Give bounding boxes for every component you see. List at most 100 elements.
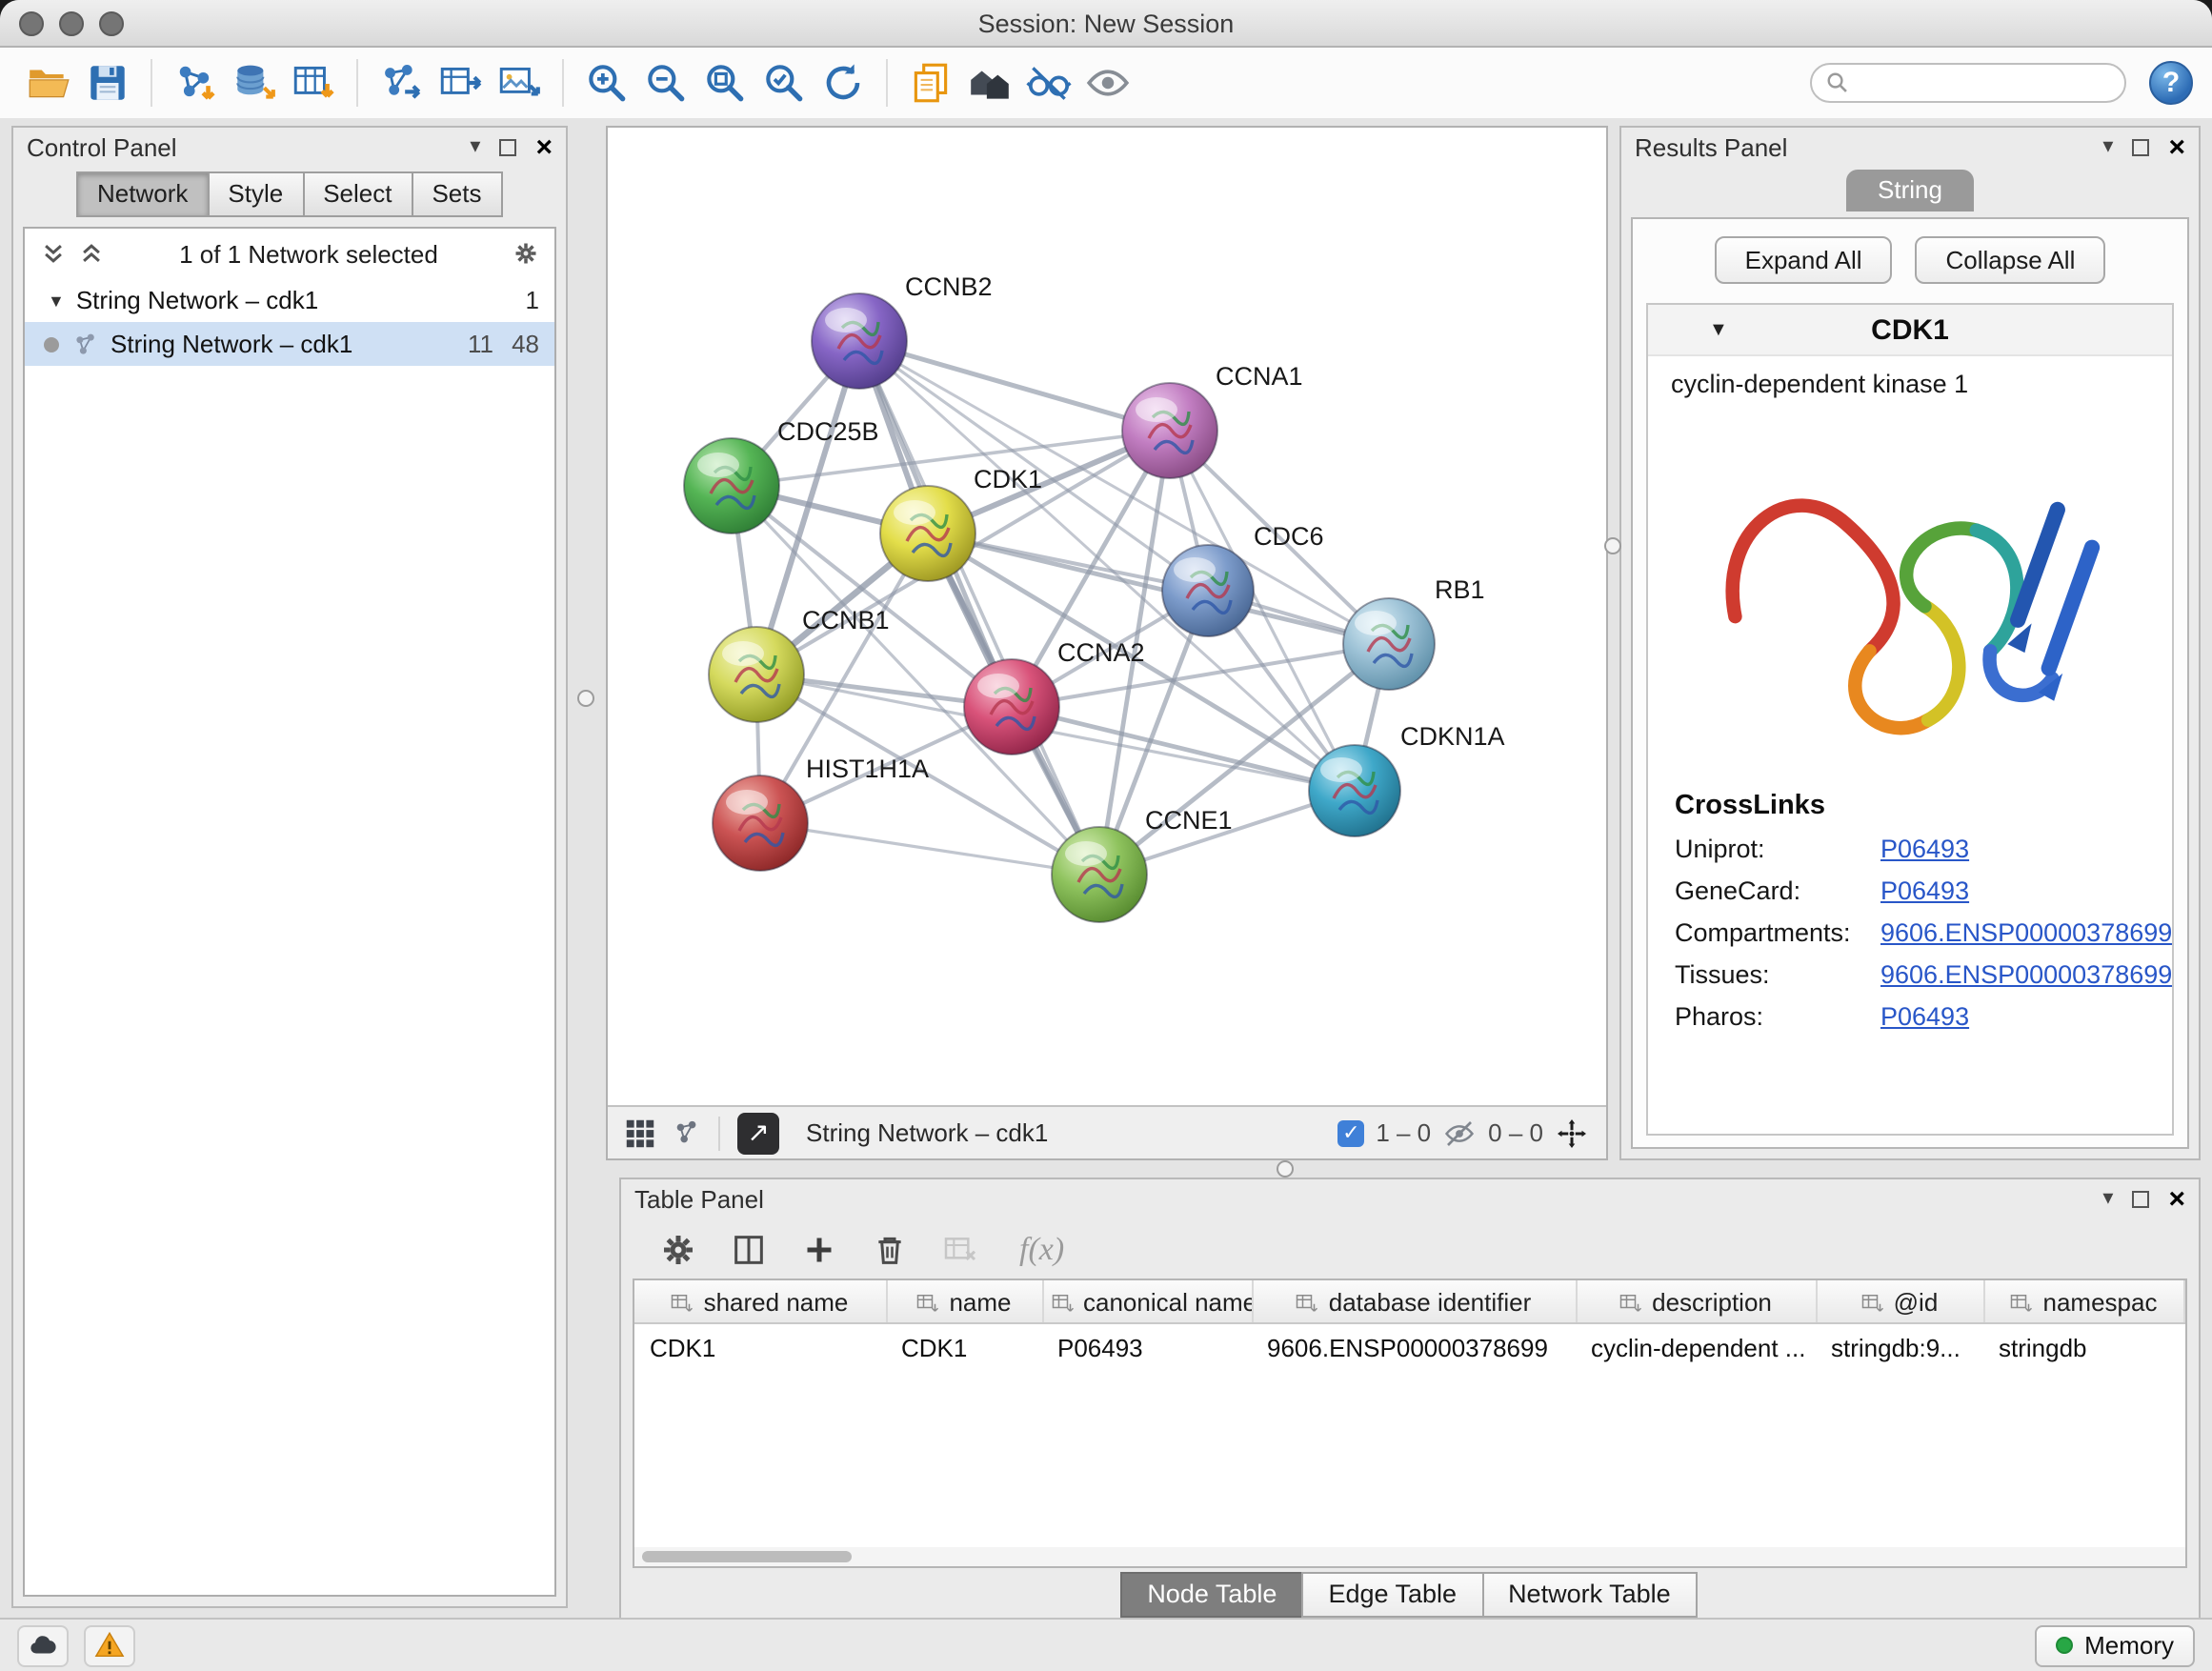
horizontal-scrollbar[interactable] [634, 1547, 2185, 1566]
panel-close-icon[interactable]: × [2168, 133, 2185, 162]
table-cell[interactable]: CDK1 [886, 1323, 1042, 1368]
selected-checkbox-icon[interactable]: ✓ [1337, 1119, 1364, 1146]
expand-all-networks-icon[interactable] [40, 240, 67, 267]
table-row[interactable]: CDK1CDK1P064939606.ENSP00000378699cyclin… [634, 1323, 2184, 1368]
panel-close-icon[interactable]: × [2168, 1185, 2185, 1214]
tab-node-table[interactable]: Node Table [1120, 1571, 1303, 1617]
copy-button[interactable] [901, 54, 960, 111]
table-cell[interactable]: P06493 [1042, 1323, 1252, 1368]
disclosure-triangle-icon[interactable]: ▼ [48, 291, 65, 310]
table-cell[interactable]: CDK1 [634, 1323, 886, 1368]
table-cell[interactable]: stringdb [1983, 1323, 2184, 1368]
help-button[interactable]: ? [2149, 61, 2193, 105]
network-node-hist1h1a[interactable]: HIST1H1A [713, 755, 929, 871]
gene-section-header[interactable]: ▼ CDK1 [1648, 305, 2172, 356]
network-canvas[interactable]: CCNB2CCNA1CDC25BCDK1CDC6RB1CCNB1CCNA2CDK… [608, 128, 1606, 1105]
panel-float-icon[interactable] [2132, 139, 2149, 156]
show-columns-icon[interactable] [730, 1230, 768, 1268]
table-cell[interactable]: cyclin-dependent ... [1576, 1323, 1816, 1368]
column-header-namespac[interactable]: namespac [1983, 1280, 2184, 1323]
import-network-database-button[interactable] [225, 54, 284, 111]
home-button[interactable] [960, 54, 1019, 111]
network-collection-row[interactable]: ▼ String Network – cdk1 1 [25, 278, 554, 322]
toolbar-search[interactable] [1810, 63, 2126, 103]
delete-column-trash-icon[interactable] [871, 1230, 909, 1268]
collapse-all-button[interactable]: Collapse All [1916, 236, 2106, 284]
import-network-file-button[interactable] [166, 54, 225, 111]
panel-menu-icon[interactable]: ▾ [2102, 1189, 2113, 1210]
zoom-out-button[interactable] [636, 54, 695, 111]
graphics-details-button[interactable] [1019, 54, 1078, 111]
tab-network[interactable]: Network [76, 171, 209, 217]
move-crosshair-icon[interactable] [1555, 1116, 1589, 1150]
search-input[interactable] [1860, 68, 2111, 98]
crosslink-link[interactable]: P06493 [1880, 834, 1969, 862]
zoom-selected-button[interactable] [754, 54, 814, 111]
memory-button[interactable]: Memory [2035, 1624, 2195, 1666]
table-scroll-area[interactable]: shared namenamecanonical namedatabase id… [634, 1280, 2185, 1547]
tab-select[interactable]: Select [302, 171, 412, 217]
panel-float-icon[interactable] [2132, 1191, 2149, 1208]
open-session-button[interactable] [19, 54, 78, 111]
tab-string[interactable]: String [1845, 170, 1975, 211]
column-header-description[interactable]: description [1576, 1280, 1816, 1323]
close-window-button[interactable] [19, 10, 44, 35]
table-cell[interactable]: stringdb:9... [1816, 1323, 1983, 1368]
panel-float-icon[interactable] [499, 139, 516, 156]
splitter-handle-icon[interactable] [1604, 537, 1621, 554]
panel-menu-icon[interactable]: ▾ [470, 137, 480, 158]
scrollbar-thumb[interactable] [642, 1551, 852, 1562]
column-header--id[interactable]: @id [1816, 1280, 1983, 1323]
network-share-icon[interactable] [673, 1118, 701, 1147]
table-gear-icon[interactable] [659, 1230, 697, 1268]
tab-sets[interactable]: Sets [411, 171, 502, 217]
save-session-button[interactable] [78, 54, 137, 111]
import-table-button[interactable] [284, 54, 343, 111]
tab-network-table[interactable]: Network Table [1481, 1571, 1698, 1617]
collapse-all-networks-icon[interactable] [78, 240, 105, 267]
open-in-new-window-button[interactable]: ↗ [737, 1112, 779, 1154]
function-builder-button[interactable]: f(x) [1019, 1230, 1064, 1268]
zoom-in-button[interactable] [577, 54, 636, 111]
show-hide-button[interactable] [1078, 54, 1137, 111]
network-node-ccna1[interactable]: CCNA1 [1122, 362, 1303, 478]
column-header-database-identifier[interactable]: database identifier [1252, 1280, 1576, 1323]
network-row-selected[interactable]: String Network – cdk1 11 48 [25, 322, 554, 366]
tab-style[interactable]: Style [207, 171, 304, 217]
add-column-icon[interactable] [800, 1230, 838, 1268]
network-node-ccne1[interactable]: CCNE1 [1052, 806, 1233, 922]
network-node-cdkn1a[interactable]: CDKN1A [1309, 722, 1505, 836]
zoom-fit-button[interactable] [695, 54, 754, 111]
minimize-window-button[interactable] [59, 10, 84, 35]
gear-icon[interactable] [513, 240, 539, 267]
refresh-view-button[interactable] [814, 54, 873, 111]
expand-all-button[interactable]: Expand All [1715, 236, 1893, 284]
export-table-button[interactable] [431, 54, 490, 111]
tab-edge-table[interactable]: Edge Table [1301, 1571, 1483, 1617]
crosslink-link[interactable]: P06493 [1880, 876, 1969, 904]
network-node-cdk1[interactable]: CDK1 [880, 465, 1042, 581]
column-header-canonical-name[interactable]: canonical name [1042, 1280, 1252, 1323]
splitter-handle-icon[interactable] [577, 690, 594, 707]
crosslink-link[interactable]: 9606.ENSP00000378699 [1880, 959, 2172, 988]
table-cell[interactable]: 9606.ENSP00000378699 [1252, 1323, 1576, 1368]
column-header-name[interactable]: name [886, 1280, 1042, 1323]
new-network-button[interactable] [372, 54, 431, 111]
warnings-button[interactable] [84, 1624, 135, 1666]
splitter-handle-icon[interactable] [1277, 1160, 1294, 1178]
network-node-ccnb1[interactable]: CCNB1 [709, 606, 890, 722]
birdseye-grid-icon[interactable] [625, 1117, 655, 1148]
network-edge[interactable] [760, 823, 1099, 875]
crosslink-link[interactable]: 9606.ENSP00000378699 [1880, 917, 2172, 946]
network-node-rb1[interactable]: RB1 [1343, 575, 1485, 690]
disclosure-triangle-icon[interactable]: ▼ [1709, 319, 1728, 340]
crosslink-link[interactable]: P06493 [1880, 1001, 1969, 1030]
column-header-shared-name[interactable]: shared name [634, 1280, 886, 1323]
zoom-window-button[interactable] [99, 10, 124, 35]
panel-close-icon[interactable]: × [535, 133, 553, 162]
hidden-eye-slash-icon[interactable] [1442, 1116, 1477, 1150]
network-edge[interactable] [859, 341, 1099, 875]
export-image-button[interactable] [490, 54, 549, 111]
panel-menu-icon[interactable]: ▾ [2102, 137, 2113, 158]
cloud-button[interactable] [17, 1624, 69, 1666]
